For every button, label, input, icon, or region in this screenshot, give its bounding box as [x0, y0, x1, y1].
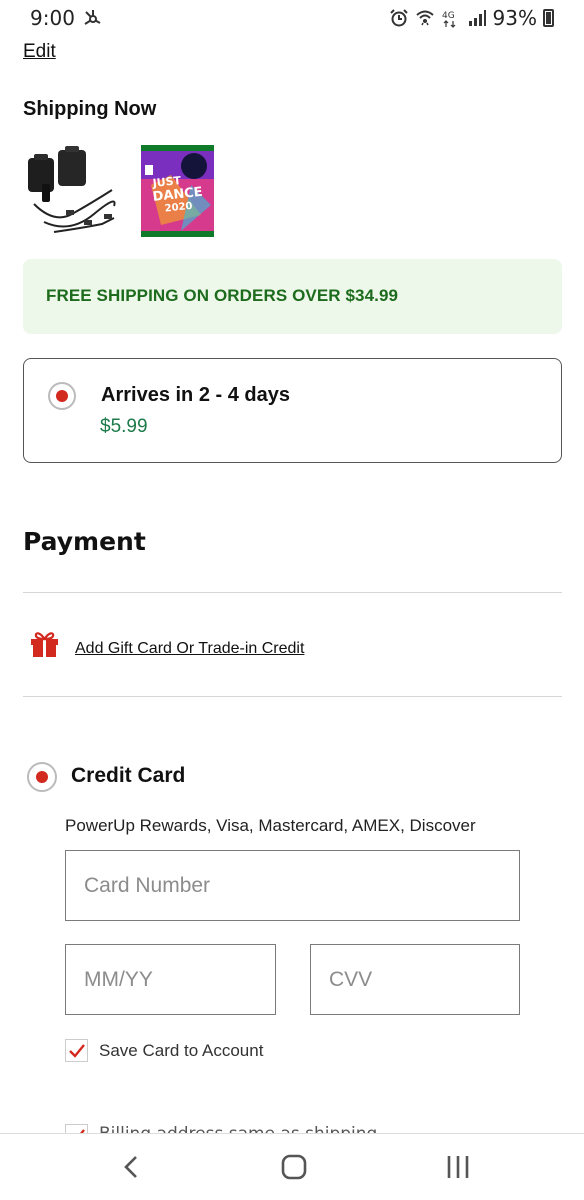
wifi-icon [415, 10, 434, 26]
back-icon[interactable] [117, 1152, 147, 1182]
free-shipping-text: FREE SHIPPING ON ORDERS OVER $34.99 [46, 286, 399, 305]
signal-icon [468, 10, 486, 26]
4g-lte-icon: 4G [442, 11, 455, 28]
divider [23, 592, 562, 593]
home-icon[interactable] [279, 1152, 309, 1182]
gift-icon[interactable] [29, 630, 60, 658]
free-shipping-banner: FREE SHIPPING ON ORDERS OVER $34.99 [23, 259, 562, 334]
system-nav-bar [0, 1133, 584, 1200]
accepted-cards-text: PowerUp Rewards, Visa, Mastercard, AMEX,… [65, 816, 476, 835]
controller-battery-pack-thumbnail[interactable] [24, 144, 116, 238]
cvv-input[interactable] [310, 944, 520, 1015]
recent-apps-icon[interactable] [443, 1152, 473, 1182]
save-card-checkbox[interactable] [65, 1039, 88, 1062]
shipping-option-title: Arrives in 2 - 4 days [101, 384, 290, 406]
add-gift-card-link[interactable]: Add Gift Card Or Trade-in Credit [75, 640, 304, 658]
status-time: 9:00 [30, 6, 75, 30]
save-card-label: Save Card to Account [99, 1041, 264, 1060]
shipping-option-radio[interactable] [48, 382, 76, 410]
alarm-icon [389, 9, 408, 27]
divider [23, 696, 562, 697]
shipping-now-title: Shipping Now [23, 98, 157, 120]
shipping-option-standard[interactable]: Arrives in 2 - 4 days $5.99 [23, 358, 562, 463]
checkmark-icon [69, 1044, 85, 1058]
hub-icon [84, 10, 101, 25]
credit-card-radio[interactable] [27, 762, 57, 792]
battery-percent: 93% [492, 6, 537, 30]
battery-icon [543, 9, 554, 27]
expiry-input[interactable] [65, 944, 276, 1015]
card-number-input[interactable] [65, 850, 520, 921]
svg-text:4G: 4G [442, 11, 455, 21]
edit-link[interactable]: Edit [23, 41, 56, 63]
payment-title: Payment [23, 527, 146, 556]
status-bar: 9:00 4G 93% [0, 0, 584, 36]
credit-card-label[interactable]: Credit Card [71, 764, 185, 788]
shipping-option-price: $5.99 [100, 416, 148, 437]
status-right: 4G 93% [389, 6, 554, 30]
just-dance-2020-thumbnail[interactable]: JUST DANCE 2020 [141, 145, 214, 237]
